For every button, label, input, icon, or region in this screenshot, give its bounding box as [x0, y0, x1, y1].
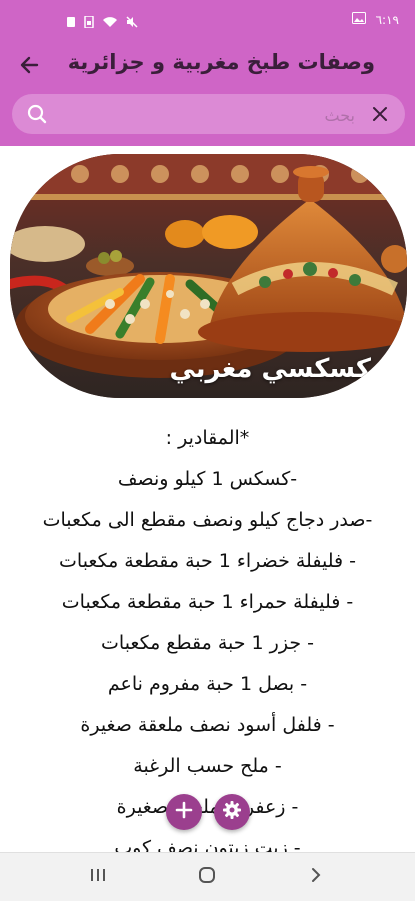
add-button[interactable]: [166, 794, 202, 830]
sim-icon: [84, 13, 94, 32]
ingredient-line: - فلفل أسود نصف ملعقة صغيرة: [80, 714, 335, 736]
ingredient-line: - جزر 1 حبة مقطع مكعبات: [101, 632, 314, 654]
ingredient-line: -صدر دجاج كيلو ونصف مقطع الى مكعبات: [42, 509, 373, 531]
search-area: [0, 94, 415, 146]
settings-button[interactable]: [214, 794, 250, 830]
home-button[interactable]: [195, 865, 219, 889]
back-button[interactable]: [14, 52, 44, 82]
system-nav-bar: [0, 852, 415, 901]
home-icon: [198, 866, 216, 888]
status-right: ٦:١٩: [351, 12, 399, 27]
ingredient-line: - بصل 1 حبة مفروم ناعم: [107, 673, 308, 695]
recipe-image: كسكسي مغربي: [10, 154, 407, 398]
image-icon: [351, 12, 366, 27]
recent-apps-button[interactable]: [86, 865, 110, 889]
notification-icon: [66, 13, 76, 32]
ingredient-line: - زعفران ملعقة صغيرة: [116, 796, 299, 818]
back-chevron-icon: [309, 866, 323, 888]
mute-icon: [126, 13, 138, 32]
search-input[interactable]: [64, 100, 357, 130]
ingredient-line: - فليفلة خضراء 1 حبة مقطعة مكعبات: [59, 550, 356, 572]
app-bar: وصفات طبخ مغربية و جزائرية: [0, 40, 415, 94]
gear-icon: [222, 800, 242, 824]
recipe-title: كسكسي مغربي: [169, 354, 371, 384]
plus-icon: [175, 801, 193, 823]
ingredient-line: -كسكس 1 كيلو ونصف: [117, 468, 298, 490]
ingredient-line: - ملح حسب الرغبة: [133, 755, 282, 777]
search-box: [12, 94, 405, 134]
page-title: وصفات طبخ مغربية و جزائرية: [67, 50, 375, 74]
wifi-icon: [102, 13, 118, 32]
status-bar: ٦:١٩: [0, 0, 415, 40]
close-icon[interactable]: [369, 103, 391, 125]
status-icons: [66, 13, 138, 32]
arrow-back-icon: [18, 54, 40, 80]
nav-back-button[interactable]: [304, 865, 328, 889]
ingredient-line: - فليفلة حمراء 1 حبة مقطعة مكعبات: [61, 591, 354, 613]
recipe-ingredients: *المقادير : -كسكس 1 كيلو ونصف -صدر دجاج …: [0, 418, 415, 869]
ingredients-heading: *المقادير :: [165, 427, 250, 449]
status-time: ٦:١٩: [375, 12, 399, 27]
recent-apps-icon: [89, 867, 107, 887]
search-icon[interactable]: [26, 103, 48, 125]
